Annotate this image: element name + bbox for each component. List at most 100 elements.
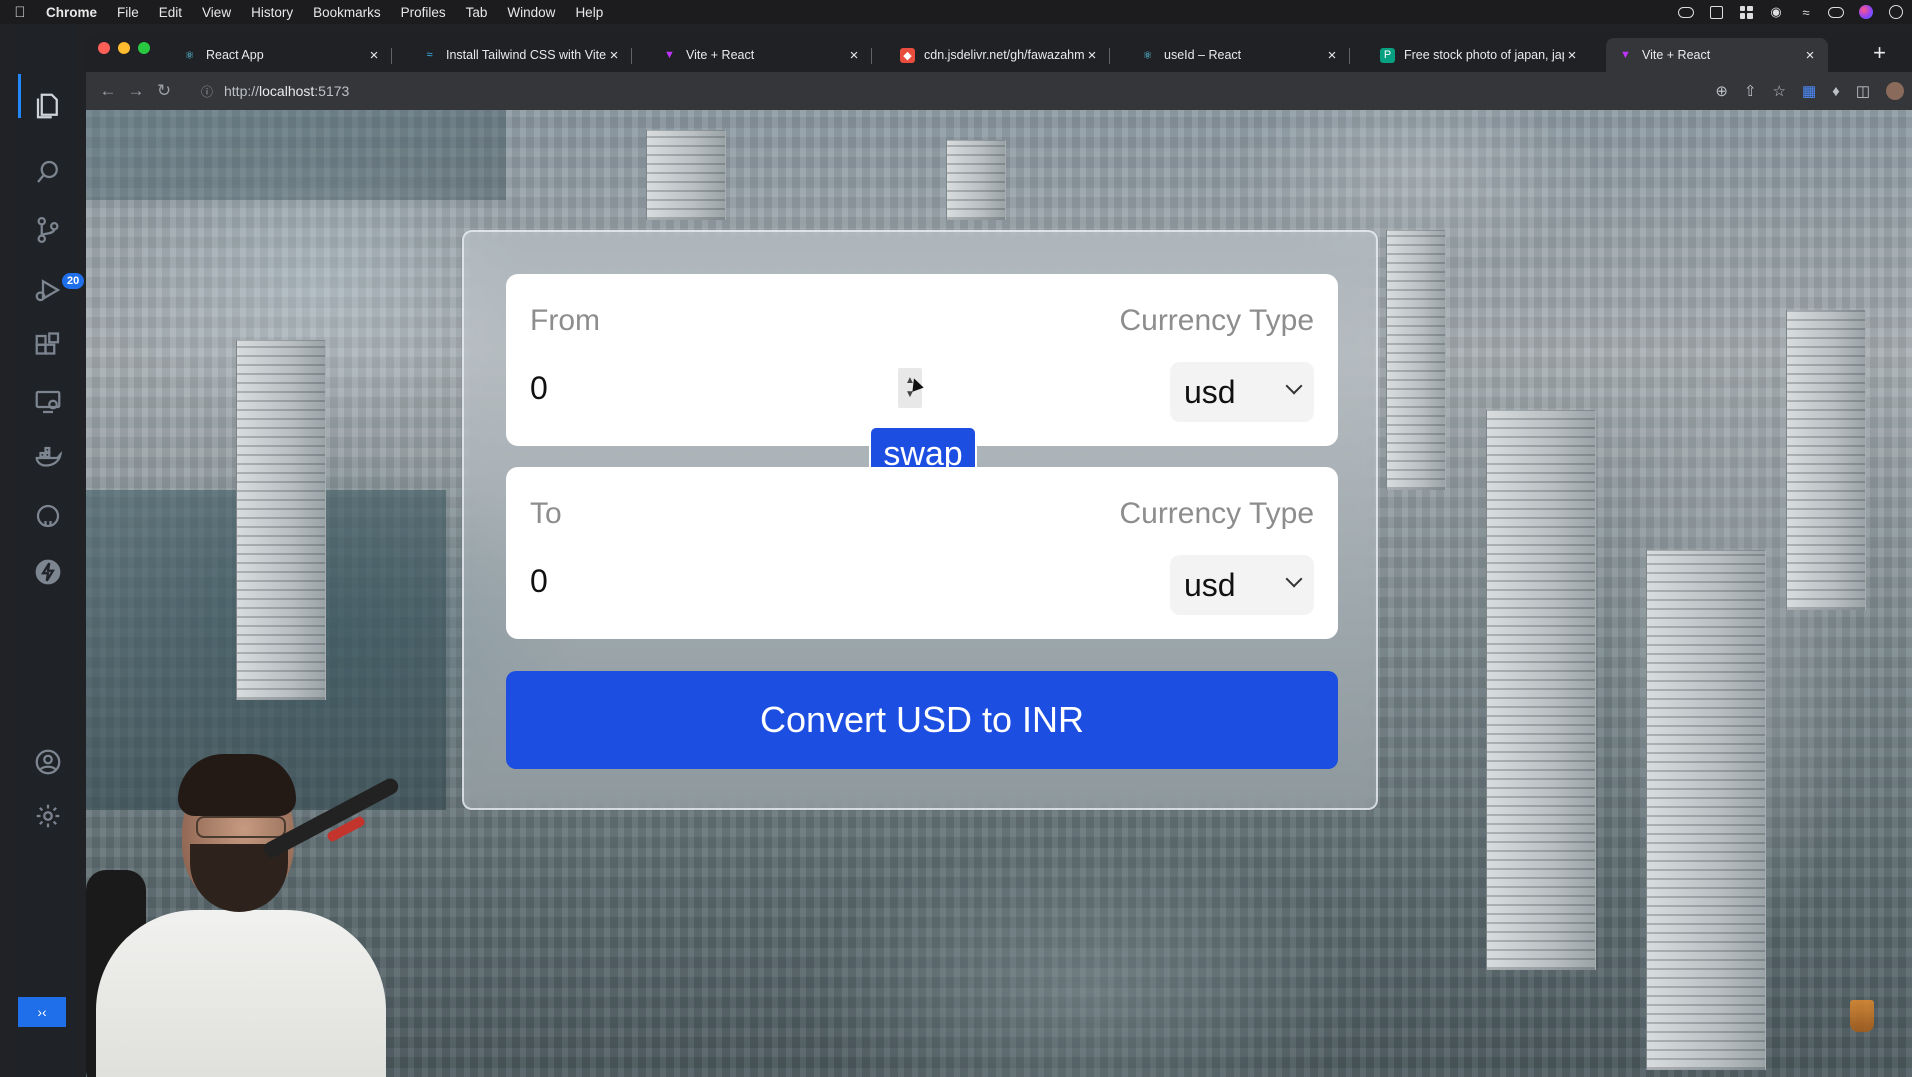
to-currency-select[interactable]: usd [1170,555,1314,615]
background-building [946,140,1006,220]
bookmark-star-icon[interactable]: ☆ [1773,82,1786,100]
sidebar-icon[interactable] [1708,5,1724,19]
spinner-down-icon[interactable]: ▼ [905,390,915,400]
zoom-window-button[interactable] [138,42,150,54]
tab-jsdelivr[interactable]: ◆ cdn.jsdelivr.net/gh/fawazahme × [888,38,1110,72]
menu-profiles[interactable]: Profiles [391,5,456,20]
search-icon[interactable] [32,156,64,188]
to-panel: To Currency Type usd [506,467,1338,639]
chevron-down-icon [1285,570,1303,588]
thunder-client-icon[interactable] [32,556,64,588]
tab-title: Free stock photo of japan, japa [1404,48,1564,62]
close-window-button[interactable] [98,42,110,54]
from-currency-select[interactable]: usd [1170,362,1314,422]
mac-menubar:  Chrome File Edit View History Bookmark… [0,0,1912,24]
browser-toolbar: ← → ↻ ⓘ http://localhost:5173 ⊕ ⇧ ☆ ▦ ♦ … [86,72,1912,110]
background-bay [86,110,506,200]
profile-avatar[interactable] [1886,82,1904,100]
extensions-puzzle-icon[interactable]: ♦ [1832,83,1840,100]
github-icon[interactable] [32,500,64,532]
wifi-icon[interactable]: ≈ [1798,5,1814,20]
close-tab-icon[interactable]: × [1564,47,1580,64]
close-tab-icon[interactable]: × [1324,47,1340,64]
clock-icon[interactable] [1888,5,1904,19]
close-tab-icon[interactable]: × [366,47,382,64]
background-tower [236,340,326,700]
address-bar[interactable]: ⓘ http://localhost:5173 [186,77,1786,105]
webcam-overlay [86,740,416,1077]
convert-button[interactable]: Convert USD to INR [506,671,1338,769]
siri-icon[interactable] [1858,5,1874,19]
site-info-icon[interactable]: ⓘ [196,83,218,100]
toolbar-actions: ⊕ ⇧ ☆ ▦ ♦ ◫ [1715,77,1904,105]
from-label: From [530,304,600,337]
share-icon[interactable]: ⇧ [1744,82,1757,100]
grid-icon[interactable] [1738,5,1754,19]
currency-converter-card: From Currency Type ▲ ▼ usd swap To [462,230,1378,810]
maccy-icon[interactable]: ◉ [1768,4,1784,19]
menu-bookmarks[interactable]: Bookmarks [303,5,391,20]
presenter-glasses [196,816,286,838]
extensions-icon[interactable] [32,330,64,362]
explorer-icon[interactable] [32,90,64,122]
tab-vite-react[interactable]: ▼ Vite + React × [650,38,872,72]
close-tab-icon[interactable]: × [1802,47,1818,64]
background-building [646,130,726,220]
source-control-icon[interactable] [32,214,64,246]
background-building [1646,550,1766,1070]
screen:  Chrome File Edit View History Bookmark… [0,0,1912,1077]
remote-indicator-button[interactable]: ›‹ [18,997,66,1027]
back-arrow-icon[interactable]: ← [94,77,122,105]
presenter-body [96,910,386,1077]
to-amount-input[interactable] [530,563,930,600]
tab-vite-react-active[interactable]: ▼ Vite + React × [1606,38,1828,72]
run-debug-icon[interactable] [32,274,64,306]
tab-strip: ⚛ React App × ≈ Install Tailwind CSS wit… [86,32,1912,72]
to-currency-type-label: Currency Type [1119,497,1314,530]
settings-gear-icon[interactable] [32,800,64,832]
jsdelivr-icon: ◆ [900,47,915,63]
menu-app-name[interactable]: Chrome [40,5,107,20]
menu-history[interactable]: History [241,5,303,20]
cast-icon[interactable] [1678,5,1694,19]
account-icon[interactable] [32,746,64,778]
tab-pexels[interactable]: P Free stock photo of japan, japa × [1368,38,1590,72]
extension-b-icon[interactable]: ▦ [1802,82,1816,100]
menu-edit[interactable]: Edit [149,5,192,20]
react-icon: ⚛ [184,49,195,62]
tab-useid-react[interactable]: ⚛ useId – React × [1128,38,1350,72]
new-tab-button[interactable]: + [1873,40,1886,66]
close-tab-icon[interactable]: × [1084,47,1100,64]
active-indicator [18,74,21,118]
scm-badge: 20 [62,273,85,289]
from-amount-input[interactable] [530,370,930,407]
to-label: To [530,497,562,530]
tab-tailwind[interactable]: ≈ Install Tailwind CSS with Vite - × [410,38,632,72]
tab-title: Vite + React [1642,48,1711,62]
control-center-icon[interactable] [1828,5,1844,19]
tab-title: Install Tailwind CSS with Vite - [446,48,606,62]
menu-view[interactable]: View [192,5,241,20]
to-currency-value: usd [1184,566,1236,603]
side-panel-icon[interactable]: ◫ [1856,82,1870,100]
zoom-icon[interactable]: ⊕ [1715,82,1728,100]
docker-icon[interactable] [32,442,64,474]
reload-icon[interactable]: ↻ [150,77,178,105]
menu-help[interactable]: Help [565,5,613,20]
menu-window[interactable]: Window [497,5,565,20]
from-currency-type-label: Currency Type [1119,304,1314,337]
url-port: :5173 [314,83,350,99]
menu-tab[interactable]: Tab [456,5,498,20]
tab-react-app[interactable]: ⚛ React App × [170,38,392,72]
minimize-window-button[interactable] [118,42,130,54]
forward-arrow-icon[interactable]: → [122,77,150,105]
url-host: localhost [259,83,315,99]
menu-file[interactable]: File [107,5,149,20]
close-tab-icon[interactable]: × [846,47,862,64]
remote-explorer-icon[interactable] [32,386,64,418]
window-controls [98,42,150,54]
apple-icon[interactable]:  [0,4,40,21]
remote-icon: ›‹ [37,1004,47,1020]
cup-icon [1850,1000,1874,1032]
close-tab-icon[interactable]: × [606,47,622,64]
